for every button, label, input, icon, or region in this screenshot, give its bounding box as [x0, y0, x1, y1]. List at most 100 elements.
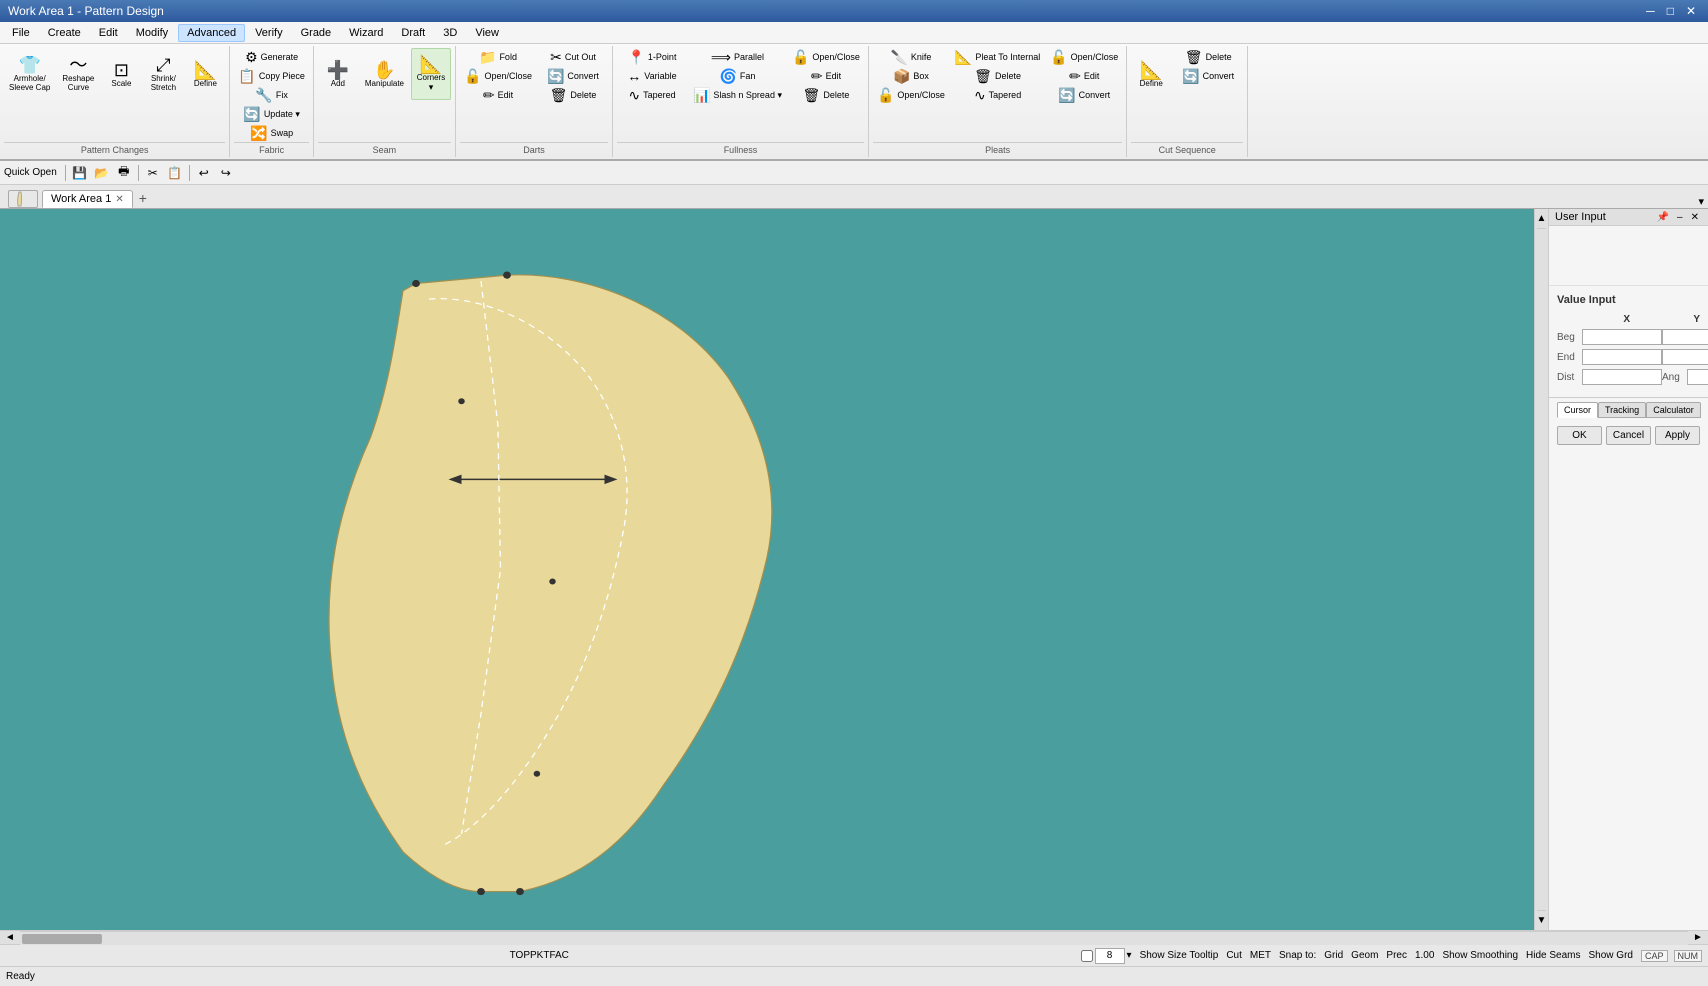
- ribbon-btn-scale[interactable]: ⊡ Scale: [101, 48, 141, 100]
- tool-redo[interactable]: ↪: [216, 163, 236, 183]
- menu-3d[interactable]: 3D: [435, 25, 465, 41]
- end-x-input[interactable]: [1582, 349, 1662, 365]
- dist-input[interactable]: [1582, 369, 1662, 385]
- ribbon-btn-delete-cut[interactable]: 🗑 Delete: [1173, 48, 1243, 66]
- ribbon-btn-reshape[interactable]: 〜 ReshapeCurve: [57, 48, 99, 100]
- ribbon-btn-parallel[interactable]: ⟹ Parallel: [689, 48, 786, 66]
- ribbon-btn-delete-darts[interactable]: 🗑 Delete: [538, 86, 608, 104]
- menu-advanced[interactable]: Advanced: [178, 24, 245, 42]
- panel-close-button[interactable]: ✕: [1688, 212, 1702, 223]
- ribbon-btn-pleat-internal[interactable]: 📐 Pleat To Internal: [951, 48, 1044, 66]
- tool-print[interactable]: 🖶: [114, 163, 134, 183]
- menu-view[interactable]: View: [467, 25, 507, 41]
- panel-minimize-button[interactable]: –: [1674, 212, 1686, 223]
- ribbon-btn-variable[interactable]: ↔ Variable: [617, 67, 687, 85]
- ribbon-btn-edit-darts[interactable]: ✏ Edit: [460, 86, 536, 104]
- menu-draft[interactable]: Draft: [393, 25, 433, 41]
- zoom-input[interactable]: [1095, 948, 1125, 964]
- cancel-button[interactable]: Cancel: [1606, 426, 1651, 445]
- canvas-area[interactable]: TOPPKTFAC: [0, 209, 1534, 930]
- ribbon-btn-convert-darts[interactable]: 🔄 Convert: [538, 67, 608, 85]
- apply-button[interactable]: Apply: [1655, 426, 1700, 445]
- ribbon-btn-tapered-pleats[interactable]: ∿ Tapered: [951, 86, 1044, 104]
- vertical-scrollbar[interactable]: ▲ ▼: [1534, 209, 1548, 930]
- tab-work-area-1[interactable]: Work Area 1 ✕: [42, 190, 133, 208]
- end-y-input[interactable]: [1662, 349, 1708, 365]
- horizontal-scrollbar[interactable]: [20, 931, 1688, 945]
- grid-label[interactable]: Grid: [1324, 950, 1343, 961]
- hide-seams[interactable]: Hide Seams: [1526, 950, 1580, 961]
- ribbon-btn-1point[interactable]: 📍 1-Point: [617, 48, 687, 66]
- scroll-right-button[interactable]: ►: [1688, 931, 1708, 944]
- scroll-up-button[interactable]: ▲: [1537, 209, 1547, 229]
- ribbon-btn-corners[interactable]: 📐 Corners ▾: [411, 48, 451, 100]
- menu-verify[interactable]: Verify: [247, 25, 291, 41]
- ribbon-btn-define-pc[interactable]: 📐 Define: [185, 48, 225, 100]
- show-grd[interactable]: Show Grd: [1589, 950, 1633, 961]
- ribbon-btn-slash-spread[interactable]: 📊 Slash n Spread ▾: [689, 86, 786, 104]
- geom-label[interactable]: Geom: [1351, 950, 1378, 961]
- tool-undo[interactable]: ↩: [194, 163, 214, 183]
- ribbon-btn-delete-pleats[interactable]: 🗑 Delete: [951, 67, 1044, 85]
- ribbon-btn-convert-cut[interactable]: 🔄 Convert: [1173, 67, 1243, 85]
- tab-add-button[interactable]: +: [133, 188, 153, 208]
- ribbon-btn-manipulate[interactable]: ✋ Manipulate: [360, 48, 409, 100]
- scroll-left-button[interactable]: ◄: [0, 931, 20, 944]
- menu-wizard[interactable]: Wizard: [341, 25, 391, 41]
- ribbon-btn-copy-piece[interactable]: 📋 Copy Piece: [234, 67, 308, 85]
- cursor-tab-cursor[interactable]: Cursor: [1557, 402, 1598, 418]
- ribbon-btn-knife[interactable]: 🔪 Knife: [873, 48, 949, 66]
- ribbon-btn-fold[interactable]: 📁 Fold: [460, 48, 536, 66]
- ribbon-btn-open-close-pleats2[interactable]: 🔓 Open/Close: [1046, 48, 1122, 66]
- tab-close-button[interactable]: ✕: [115, 194, 123, 205]
- ribbon-btn-fan[interactable]: 🌀 Fan: [689, 67, 786, 85]
- ribbon-group-seam: ➕ Add ✋ Manipulate 📐 Corners ▾ Seam: [314, 46, 456, 157]
- menu-grade[interactable]: Grade: [293, 25, 340, 41]
- ribbon-btn-armhole[interactable]: 👕 Armhole/Sleeve Cap: [4, 48, 55, 100]
- ribbon-btn-open-close-pleats[interactable]: 🔓 Open/Close: [873, 86, 949, 104]
- fold-icon: 📁: [479, 50, 496, 64]
- ribbon-btn-convert-pleats[interactable]: 🔄 Convert: [1046, 86, 1122, 104]
- tab-dropdown[interactable]: ▾: [1698, 195, 1704, 208]
- tool-copy[interactable]: 📋: [165, 163, 185, 183]
- ribbon-btn-fix[interactable]: 🔧 Fix: [234, 86, 308, 104]
- ribbon-btn-update[interactable]: 🔄 Update ▾: [234, 105, 308, 123]
- zoom-checkbox[interactable]: [1081, 950, 1093, 962]
- panel-pin-button[interactable]: 📌: [1654, 212, 1672, 223]
- ribbon-btn-box[interactable]: 📦 Box: [873, 67, 949, 85]
- ribbon-btn-edit-pleats[interactable]: ✏ Edit: [1046, 67, 1122, 85]
- ribbon-btn-generate[interactable]: ⚙ Generate: [234, 48, 308, 66]
- menu-file[interactable]: File: [4, 25, 38, 41]
- ribbon-btn-swap[interactable]: 🔀 Swap: [234, 124, 308, 142]
- ribbon-btn-delete-fullness[interactable]: 🗑 Delete: [788, 86, 864, 104]
- beg-y-input[interactable]: [1662, 329, 1708, 345]
- close-button[interactable]: ✕: [1682, 4, 1700, 18]
- beg-x-input[interactable]: [1582, 329, 1662, 345]
- menu-create[interactable]: Create: [40, 25, 89, 41]
- ribbon-btn-cut-out[interactable]: ✂ Cut Out: [538, 48, 608, 66]
- ribbon-btn-shrink[interactable]: ⤢ Shrink/Stretch: [143, 48, 183, 100]
- tool-open[interactable]: 📂: [92, 163, 112, 183]
- menu-modify[interactable]: Modify: [128, 25, 176, 41]
- show-size-tooltip[interactable]: Show Size Tooltip: [1140, 950, 1219, 961]
- ang-input[interactable]: [1687, 369, 1708, 385]
- tool-cut[interactable]: ✂: [143, 163, 163, 183]
- convert-cut-icon: 🔄: [1182, 69, 1199, 83]
- cursor-tab-calculator[interactable]: Calculator: [1646, 402, 1701, 418]
- h-scroll-thumb[interactable]: [22, 934, 102, 944]
- minimize-button[interactable]: ─: [1642, 4, 1659, 18]
- ribbon-btn-open-close-darts[interactable]: 🔓 Open/Close: [460, 67, 536, 85]
- restore-button[interactable]: □: [1663, 4, 1678, 18]
- scroll-down-button[interactable]: ▼: [1537, 910, 1547, 930]
- pattern-thumbnail[interactable]: [8, 190, 38, 208]
- ribbon-btn-define-cut[interactable]: 📐 Define: [1131, 48, 1171, 100]
- tool-save[interactable]: 💾: [70, 163, 90, 183]
- menu-edit[interactable]: Edit: [91, 25, 126, 41]
- cursor-tab-tracking[interactable]: Tracking: [1598, 402, 1646, 418]
- ok-button[interactable]: OK: [1557, 426, 1602, 445]
- ribbon-btn-tapered-fullness[interactable]: ∿ Tapered: [617, 86, 687, 104]
- ribbon-btn-edit-fullness[interactable]: ✏ Edit: [788, 67, 864, 85]
- ribbon-btn-add-seam[interactable]: ➕ Add: [318, 48, 358, 100]
- ribbon-btn-open-close-fullness[interactable]: 🔓 Open/Close: [788, 48, 864, 66]
- show-smoothing[interactable]: Show Smoothing: [1442, 950, 1518, 961]
